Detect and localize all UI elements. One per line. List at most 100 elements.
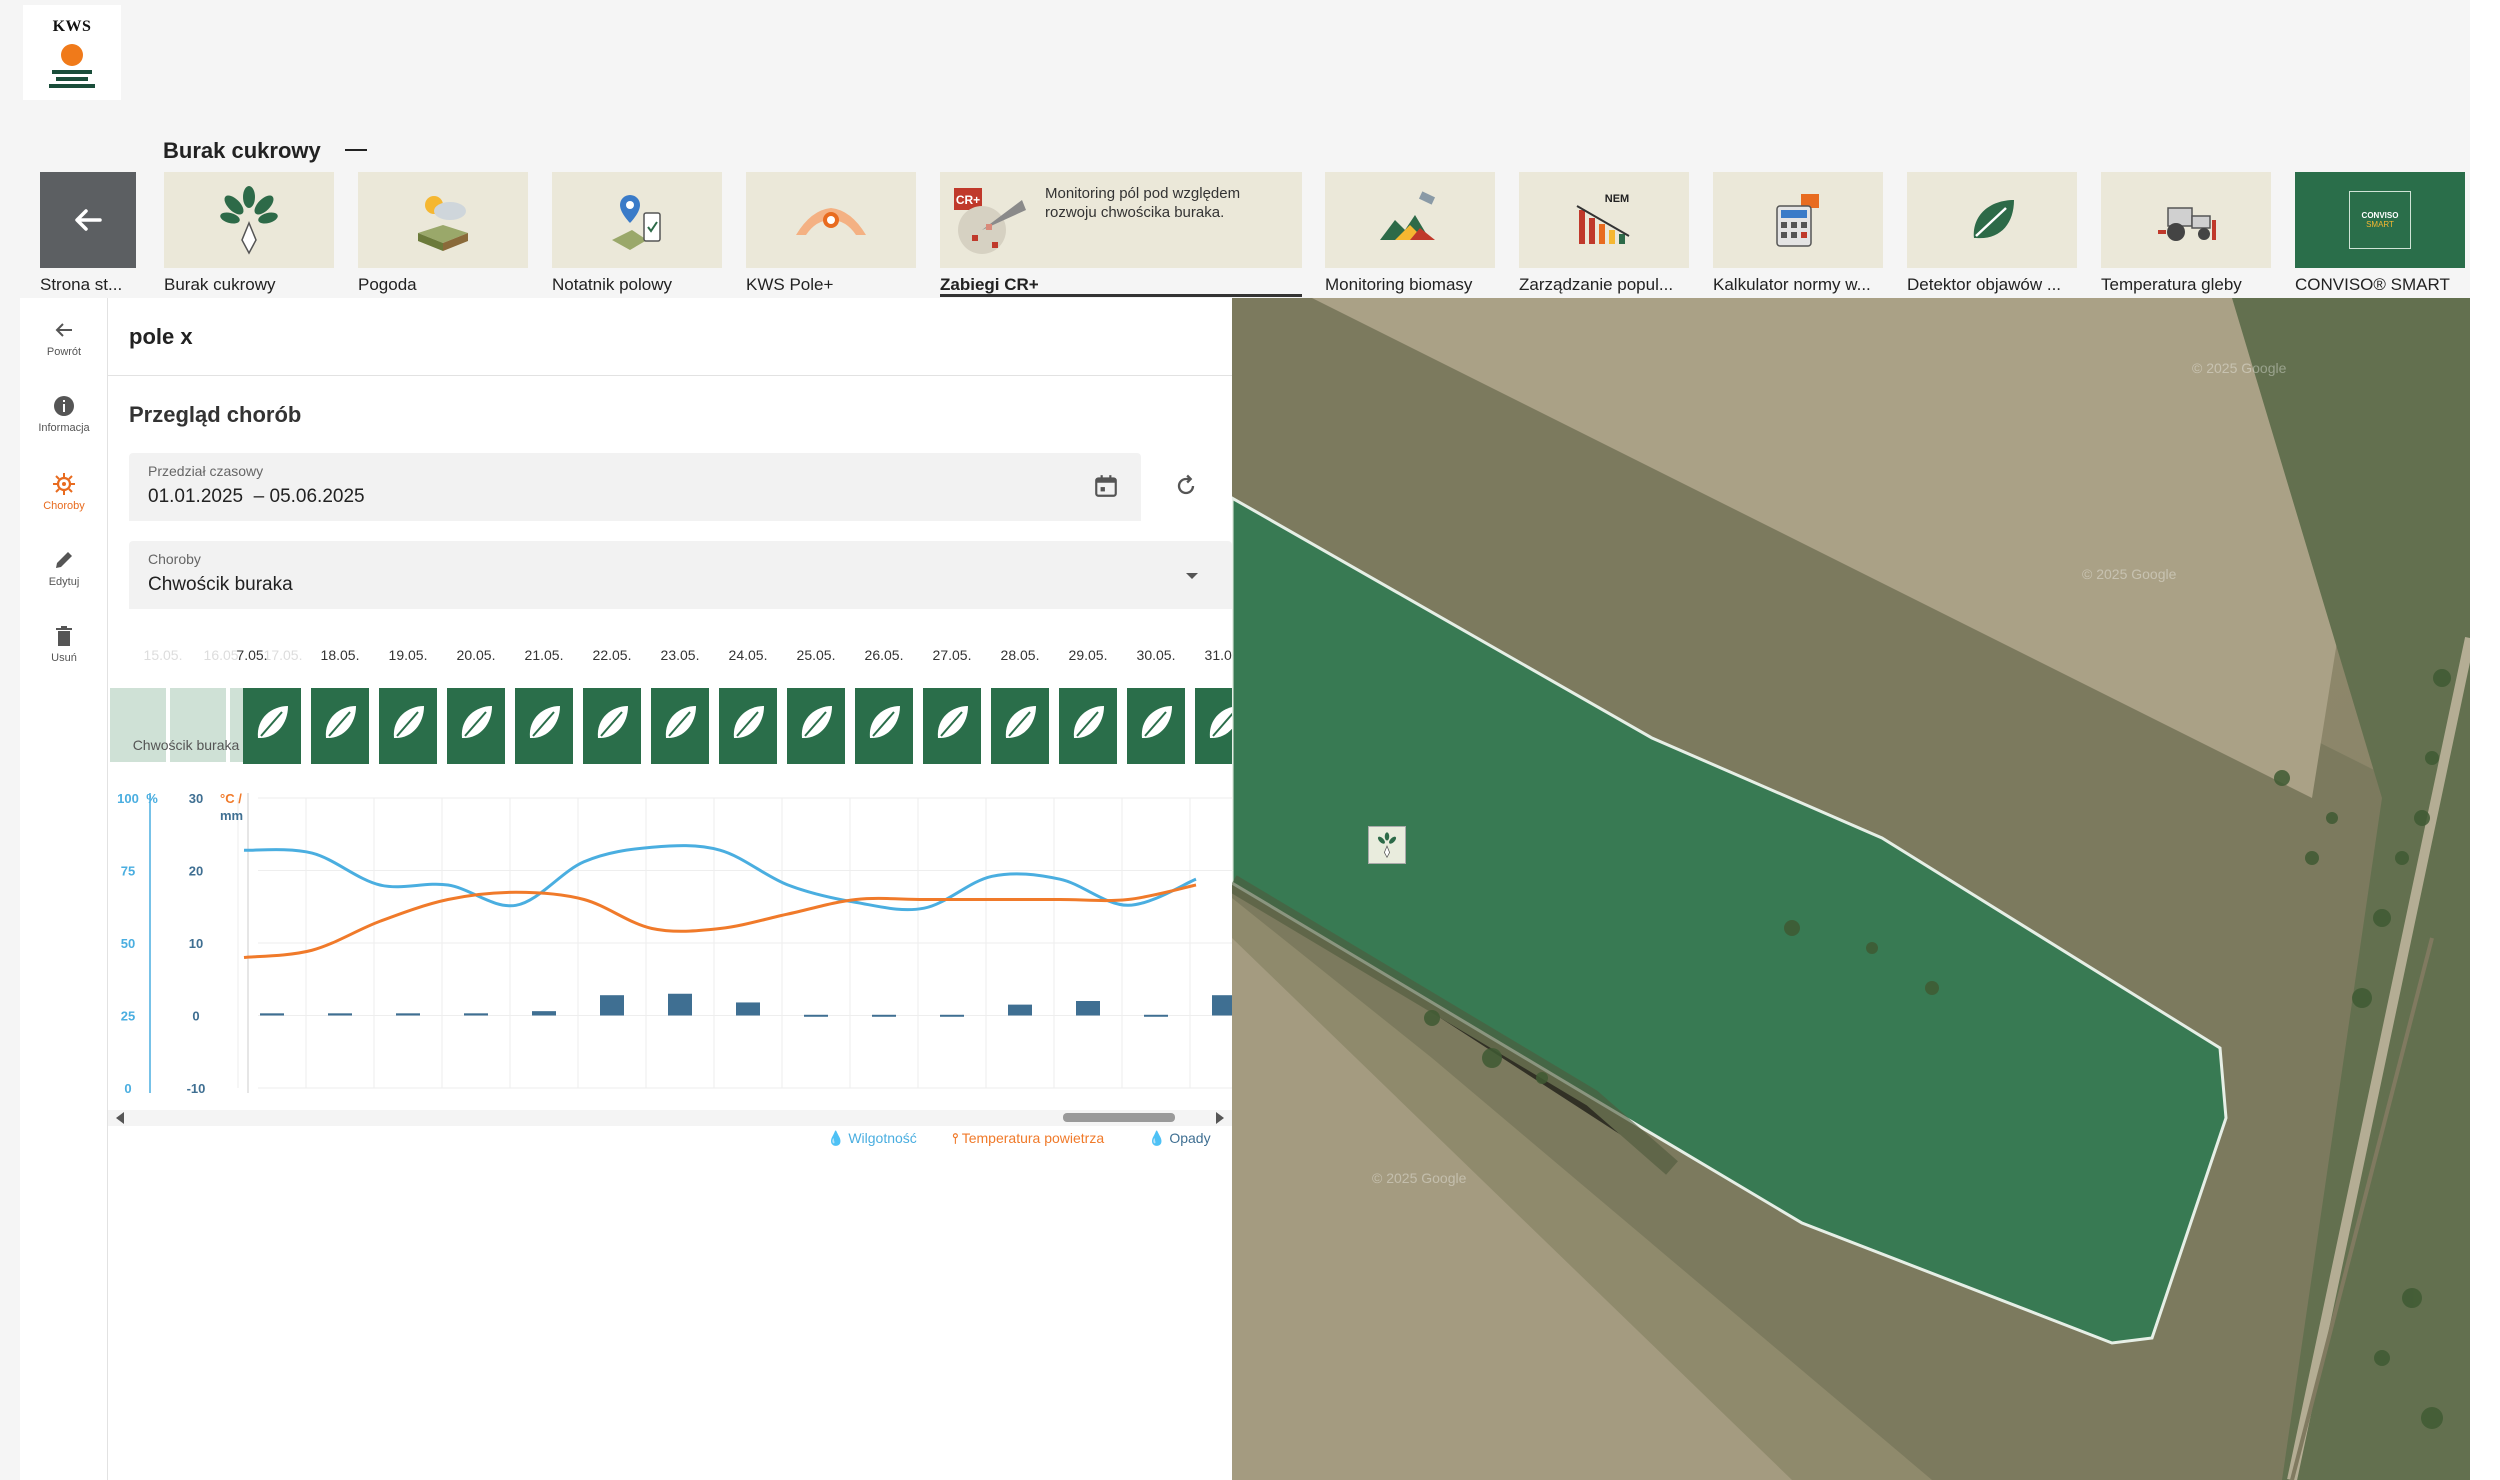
side-navigation: Powrót Informacja Choroby Edytuj Usuń xyxy=(20,298,108,1480)
thermometer-icon: ⫯ xyxy=(952,1130,959,1146)
temp-tick-label: 20 xyxy=(189,864,203,879)
precip-bar xyxy=(532,1011,556,1016)
calculator-icon xyxy=(1776,194,1819,247)
calendar-icon[interactable] xyxy=(1093,473,1119,499)
kws-logo[interactable]: KWS xyxy=(23,5,121,100)
page: KWS Burak cukrowy Strona st... Burak cuk… xyxy=(0,0,2500,1480)
svg-text:CR+: CR+ xyxy=(956,193,980,207)
field-marker[interactable] xyxy=(1368,826,1406,864)
map-watermark: © 2025 Google xyxy=(2082,566,2177,582)
precip-bar xyxy=(600,995,624,1016)
nav-diseases[interactable]: Choroby xyxy=(20,472,108,512)
map-svg xyxy=(1232,298,2470,1480)
date-range-value: 01.01.2025 – 05.06.2025 xyxy=(148,486,365,507)
tile-detektor-objawow[interactable]: Detektor objawów ... xyxy=(1907,172,2077,295)
nav-back[interactable]: Powrót xyxy=(20,318,108,358)
date-label: 7.05. xyxy=(236,647,267,663)
legend-precipitation[interactable]: 💧 Opady xyxy=(1148,1130,1211,1147)
disease-row-label: Chwościk buraka xyxy=(133,737,240,753)
tile-label: Detektor objawów ... xyxy=(1907,275,2062,294)
date-label: 26.05. xyxy=(865,647,904,663)
disease-chart: 15.05. 16.05. 17.05. Chwościk buraka 7.05. 18… xyxy=(108,628,1253,1128)
window-edge xyxy=(2470,0,2500,1480)
legend-humidity[interactable]: 💧 Wilgotność xyxy=(827,1130,917,1147)
tile-monitoring-biomasy[interactable]: Monitoring biomasy xyxy=(1325,172,1495,295)
temp-tick-label: -10 xyxy=(187,1081,206,1096)
tile-burak-cukrowy[interactable]: Burak cukrowy xyxy=(164,172,334,295)
tile-label: Temperatura gleby xyxy=(2101,275,2242,294)
disease-select[interactable]: Choroby Chwościk buraka xyxy=(129,541,1232,609)
precip-bar xyxy=(328,1013,352,1016)
faded-date-label: 17.05. xyxy=(264,647,303,663)
tile-label: Strona st... xyxy=(40,275,123,294)
app-title: Burak cukrowy xyxy=(163,138,321,163)
precip-bar xyxy=(736,1002,760,1016)
date-start: 01.01.2025 xyxy=(148,486,244,507)
scrollbar-thumb xyxy=(1063,1113,1175,1122)
precip-bar xyxy=(1212,995,1236,1016)
date-label: 28.05. xyxy=(1001,647,1040,663)
tile-zarzadzanie-populacja[interactable]: NEM Zarządzanie popul... xyxy=(1519,172,1689,295)
date-label: 25.05. xyxy=(797,647,836,663)
pencil-icon xyxy=(56,552,72,568)
precip-bar xyxy=(1008,1004,1032,1016)
sugar-beet-icon xyxy=(220,186,278,255)
legend-label: Wilgotność xyxy=(848,1130,917,1146)
date-label: 31.05. xyxy=(1205,647,1232,663)
nav-label: Usuń xyxy=(51,652,77,664)
field-name: pole x xyxy=(129,324,193,349)
humidity-tick-label: 75 xyxy=(121,864,135,879)
nav-label: Choroby xyxy=(43,500,85,512)
tile-pogoda[interactable]: Pogoda xyxy=(358,172,528,295)
date-label: 23.05. xyxy=(661,647,700,663)
conviso-badge-bottom: SMART xyxy=(2366,220,2394,229)
nem-chart-icon: NEM xyxy=(1576,193,1630,244)
tile-label: Burak cukrowy xyxy=(164,275,276,294)
disease-label: Choroby xyxy=(148,551,201,567)
satellite-map[interactable]: © 2025 Google © 2025 Google © 2025 Googl… xyxy=(1232,298,2470,1480)
legend-label: Temperatura powietrza xyxy=(961,1130,1105,1146)
tile-label: Monitoring biomasy xyxy=(1325,275,1473,294)
humidity-tick-label: 0 xyxy=(124,1081,131,1096)
tile-temperatura-gleby[interactable]: Temperatura gleby xyxy=(2101,172,2271,295)
tile-label: Zabiegi CR+ xyxy=(940,275,1039,294)
legend-temperature[interactable]: ⫯ Temperatura powietrza xyxy=(952,1130,1104,1147)
tile-notatnik[interactable]: Notatnik polowy xyxy=(552,172,722,295)
humidity-tick-label: 50 xyxy=(121,936,135,951)
date-label: 22.05. xyxy=(593,647,632,663)
precip-bar xyxy=(668,993,692,1016)
temp-tick-label: 10 xyxy=(189,936,203,951)
nav-edit[interactable]: Edytuj xyxy=(20,548,108,588)
nav-info[interactable]: Informacja xyxy=(20,394,108,434)
legend-label: Opady xyxy=(1169,1130,1211,1146)
map-watermark: © 2025 Google xyxy=(2192,360,2287,376)
sugar-beet-icon xyxy=(1377,832,1397,858)
disease-panel: pole x Przegląd chorób Przedział czasowy… xyxy=(108,298,1253,1480)
precip-bar xyxy=(1144,1014,1168,1017)
date-label: 21.05. xyxy=(525,647,564,663)
tractor-icon xyxy=(2158,207,2216,241)
leaf-icon xyxy=(1973,200,2014,239)
droplet-icon: 💧 xyxy=(827,1130,845,1146)
conviso-badge-top: CONVISO xyxy=(2361,211,2399,220)
trash-icon xyxy=(56,626,72,646)
date-range-label: Przedział czasowy xyxy=(148,463,264,479)
nav-delete[interactable]: Usuń xyxy=(20,624,108,664)
tile-kws-pole[interactable]: KWS Pole+ xyxy=(746,172,916,295)
precip-bar xyxy=(464,1013,488,1016)
section-title: Przegląd chorób xyxy=(129,402,302,427)
tile-label: Kalkulator normy w... xyxy=(1713,275,1871,294)
date-range-field[interactable]: Przedział czasowy 01.01.2025 – 05.06.202… xyxy=(129,453,1141,521)
chevron-down-icon xyxy=(1186,573,1198,579)
nem-badge: NEM xyxy=(1605,193,1629,205)
precip-bar xyxy=(940,1014,964,1017)
date-label: 19.05. xyxy=(389,647,428,663)
tile-kalkulator-normy[interactable]: Kalkulator normy w... xyxy=(1713,172,1883,295)
tile-conviso-smart[interactable]: CONVISO SMART CONVISO® SMART xyxy=(2295,172,2465,295)
tile-zabiegi-cr[interactable]: CR+ Monitoring pól pod względem rozwoju … xyxy=(940,172,1302,297)
cr-plus-icon: CR+ xyxy=(954,188,1026,254)
reset-icon[interactable] xyxy=(1172,472,1200,500)
precip-bar xyxy=(872,1014,896,1017)
collapse-dash-icon[interactable] xyxy=(345,149,367,151)
tile-label: KWS Pole+ xyxy=(746,275,834,294)
